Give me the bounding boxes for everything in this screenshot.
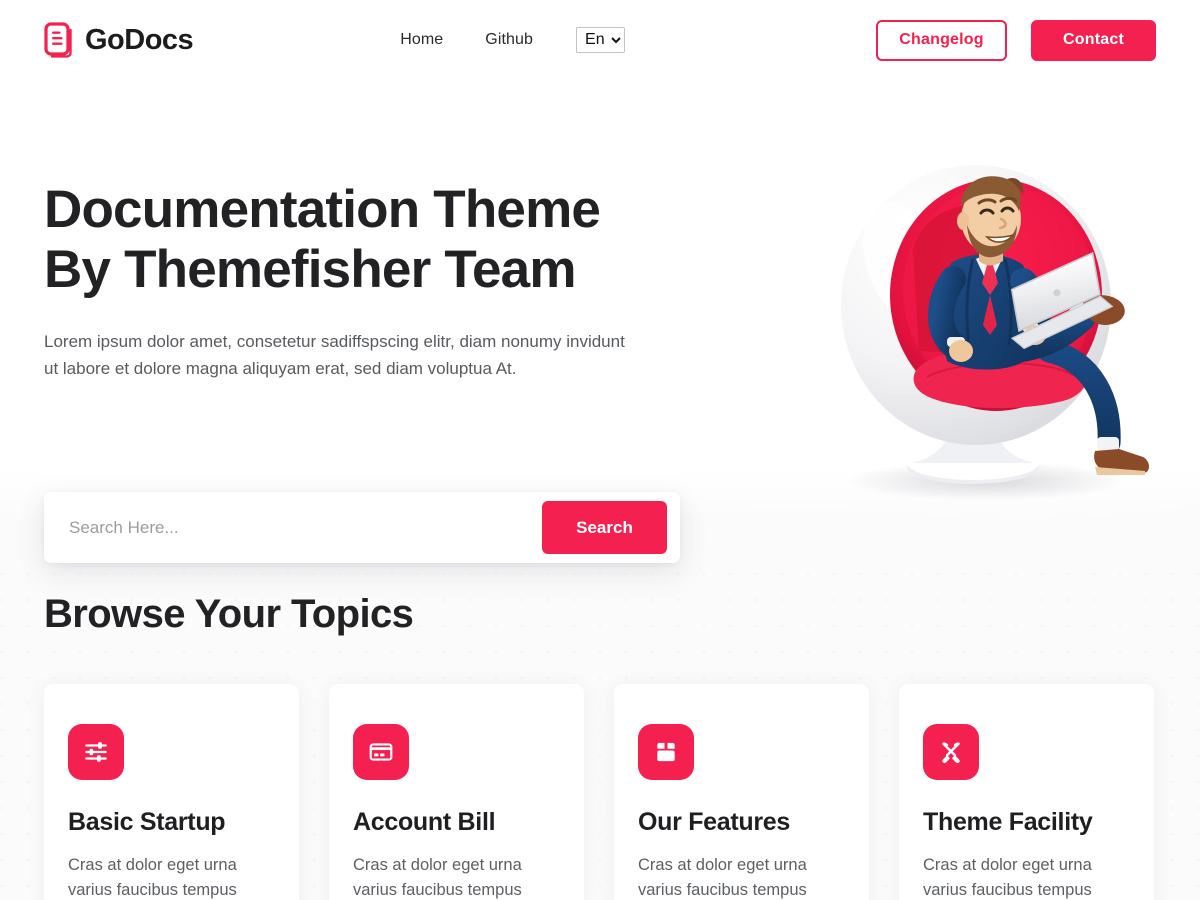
tools-icon (942, 742, 960, 764)
card-icon-wrapper (68, 724, 124, 780)
card-icon-wrapper (353, 724, 409, 780)
hero-copy: Documentation Theme By Themefisher Team … (44, 180, 704, 383)
topics-heading: Browse Your Topics (44, 592, 414, 636)
contact-button[interactable]: Contact (1031, 19, 1156, 61)
card-text: Cras at dolor eget urna varius faucibus … (638, 855, 807, 900)
card-icon-wrapper (638, 724, 694, 780)
card-title: Account Bill (353, 808, 496, 836)
card-icon-wrapper (923, 724, 979, 780)
credit-card-icon (369, 743, 393, 761)
search-button[interactable]: Search (542, 501, 667, 554)
language-select[interactable]: En (576, 27, 626, 53)
hero-title: Documentation Theme By Themefisher Team (44, 180, 601, 299)
brand-logo[interactable]: GoDocs (44, 22, 194, 58)
changelog-button[interactable]: Changelog (876, 19, 1007, 61)
nav-link-github[interactable]: Github (464, 32, 554, 48)
topic-card[interactable]: Basic Startup Cras at dolor eget urna va… (44, 684, 299, 900)
card-text: Cras at dolor eget urna varius faucibus … (353, 855, 522, 900)
topics-section: Browse Your Topics Basic Startup Cras at… (0, 560, 1200, 900)
nav-link-home[interactable]: Home (379, 32, 464, 48)
card-title: Theme Facility (923, 808, 1093, 836)
nav-links: Home Github En (379, 27, 626, 53)
document-lines-icon (44, 22, 72, 58)
card-title: Basic Startup (68, 808, 226, 836)
card-title: Our Features (638, 808, 791, 836)
topic-card[interactable]: Account Bill Cras at dolor eget urna var… (329, 684, 584, 900)
hero-subtitle: Lorem ipsum dolor amet, consetetur sadif… (44, 331, 625, 379)
navbar: GoDocs Home Github En Changelog Contact (0, 0, 1200, 80)
hero-section: Documentation Theme By Themefisher Team … (0, 80, 1200, 563)
topic-card[interactable]: Our Features Cras at dolor eget urna var… (614, 684, 869, 900)
search-input[interactable] (44, 492, 542, 563)
search-bar: Search (44, 492, 680, 563)
nav-actions: Changelog Contact (876, 19, 1156, 61)
brand-name: GoDocs (85, 23, 194, 56)
box-archive-icon (657, 741, 675, 762)
topic-cards: Basic Startup Cras at dolor eget urna va… (44, 684, 1156, 900)
card-text: Cras at dolor eget urna varius faucibus … (923, 855, 1092, 900)
card-text: Cras at dolor eget urna varius faucibus … (68, 855, 237, 900)
topic-card[interactable]: Theme Facility Cras at dolor eget urna v… (899, 684, 1154, 900)
hero-illustration (801, 155, 1176, 505)
sliders-icon (85, 742, 107, 762)
page-root: GoDocs Home Github En Changelog Contact … (0, 0, 1200, 900)
